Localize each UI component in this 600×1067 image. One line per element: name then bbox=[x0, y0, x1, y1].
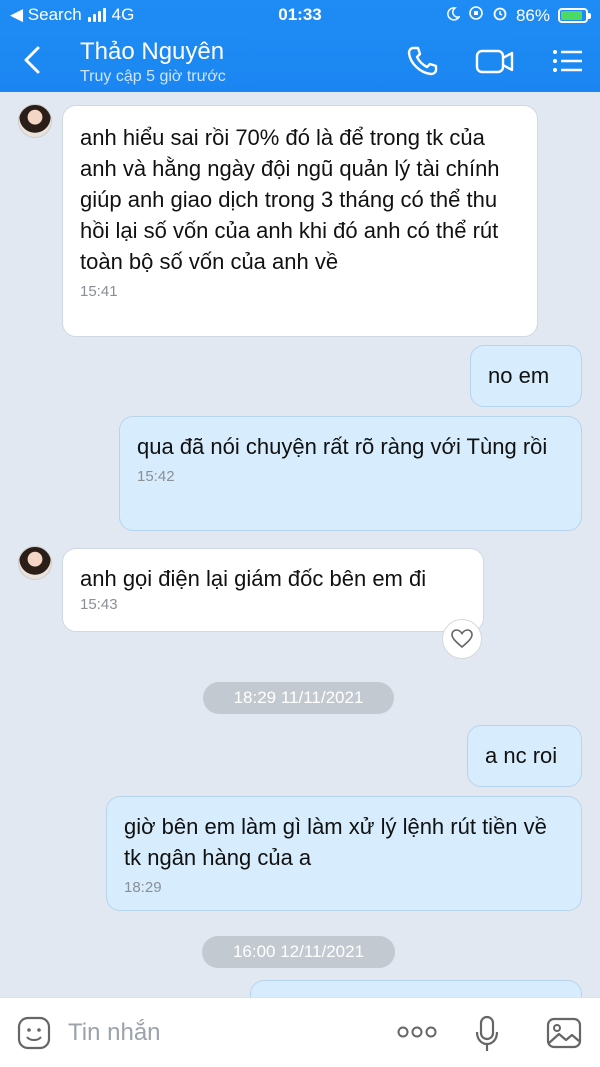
voice-button[interactable] bbox=[474, 1014, 500, 1059]
message-time: 15:43 bbox=[80, 596, 118, 613]
image-icon bbox=[546, 1017, 582, 1049]
message-bubble-outgoing[interactable]: a nc roi bbox=[467, 725, 582, 787]
composer-bar bbox=[0, 997, 600, 1067]
message-time: 15:42 bbox=[137, 468, 175, 485]
message-bubble-outgoing[interactable] bbox=[250, 980, 582, 997]
battery-icon bbox=[558, 8, 591, 23]
video-icon bbox=[475, 49, 514, 74]
react-button[interactable] bbox=[442, 619, 482, 659]
message-text: anh hiểu sai rồi 70% đó là để trong tk c… bbox=[80, 125, 500, 274]
moon-icon bbox=[446, 6, 461, 26]
status-right: 86% bbox=[446, 5, 591, 26]
message-bubble-incoming[interactable]: anh hiểu sai rồi 70% đó là để trong tk c… bbox=[62, 105, 538, 337]
menu-icon bbox=[553, 50, 582, 72]
message-text: a nc roi bbox=[485, 743, 558, 768]
sticker-icon bbox=[17, 1016, 51, 1050]
message-text: no em bbox=[488, 363, 550, 388]
video-call-button[interactable] bbox=[474, 44, 516, 78]
more-options-button[interactable] bbox=[397, 1025, 437, 1044]
message-time: 18:29 bbox=[124, 879, 162, 896]
contact-status: Truy cập 5 giờ trước bbox=[80, 68, 226, 85]
back-icon bbox=[24, 46, 40, 74]
phone-icon bbox=[407, 46, 438, 76]
microphone-icon bbox=[475, 1015, 499, 1051]
avatar[interactable] bbox=[18, 104, 52, 138]
rotation-lock-icon bbox=[468, 5, 484, 26]
message-time: 15:41 bbox=[80, 283, 118, 300]
message-bubble-outgoing[interactable]: giờ bên em làm gì làm xử lý lệnh rút tiề… bbox=[106, 796, 582, 911]
chat-header: ◀ Search 4G 01:33 86% Thảo Nguyên Truy c… bbox=[0, 0, 600, 92]
message-text: qua đã nói chuyện rất rõ ràng với Tùng r… bbox=[137, 434, 548, 459]
menu-button[interactable] bbox=[552, 44, 584, 78]
emoji-button[interactable] bbox=[16, 1015, 52, 1056]
date-separator: 16:00 12/11/2021 bbox=[202, 936, 395, 968]
date-separator: 18:29 11/11/2021 bbox=[203, 682, 394, 714]
heart-icon bbox=[451, 629, 473, 649]
more-icon bbox=[397, 1026, 437, 1038]
message-input[interactable] bbox=[68, 1016, 368, 1050]
battery-percent: 86% bbox=[515, 5, 550, 25]
nav-bar: Thảo Nguyên Truy cập 5 giờ trước bbox=[0, 30, 600, 92]
message-bubble-outgoing[interactable]: qua đã nói chuyện rất rõ ràng với Tùng r… bbox=[119, 416, 582, 531]
message-list[interactable]: anh hiểu sai rồi 70% đó là để trong tk c… bbox=[0, 92, 600, 997]
contact-name[interactable]: Thảo Nguyên bbox=[80, 38, 224, 66]
message-text: anh gọi điện lại giám đốc bên em đi bbox=[80, 566, 427, 591]
alarm-icon bbox=[492, 5, 508, 26]
image-button[interactable] bbox=[545, 1015, 583, 1056]
avatar[interactable] bbox=[18, 546, 52, 580]
call-button[interactable] bbox=[405, 44, 441, 78]
message-bubble-outgoing[interactable]: no em bbox=[470, 345, 582, 407]
back-button[interactable] bbox=[20, 42, 50, 78]
message-text: giờ bên em làm gì làm xử lý lệnh rút tiề… bbox=[124, 814, 547, 870]
message-bubble-incoming[interactable]: anh gọi điện lại giám đốc bên em đi 15:4… bbox=[62, 548, 484, 632]
status-bar: ◀ Search 4G 01:33 86% bbox=[0, 0, 600, 30]
